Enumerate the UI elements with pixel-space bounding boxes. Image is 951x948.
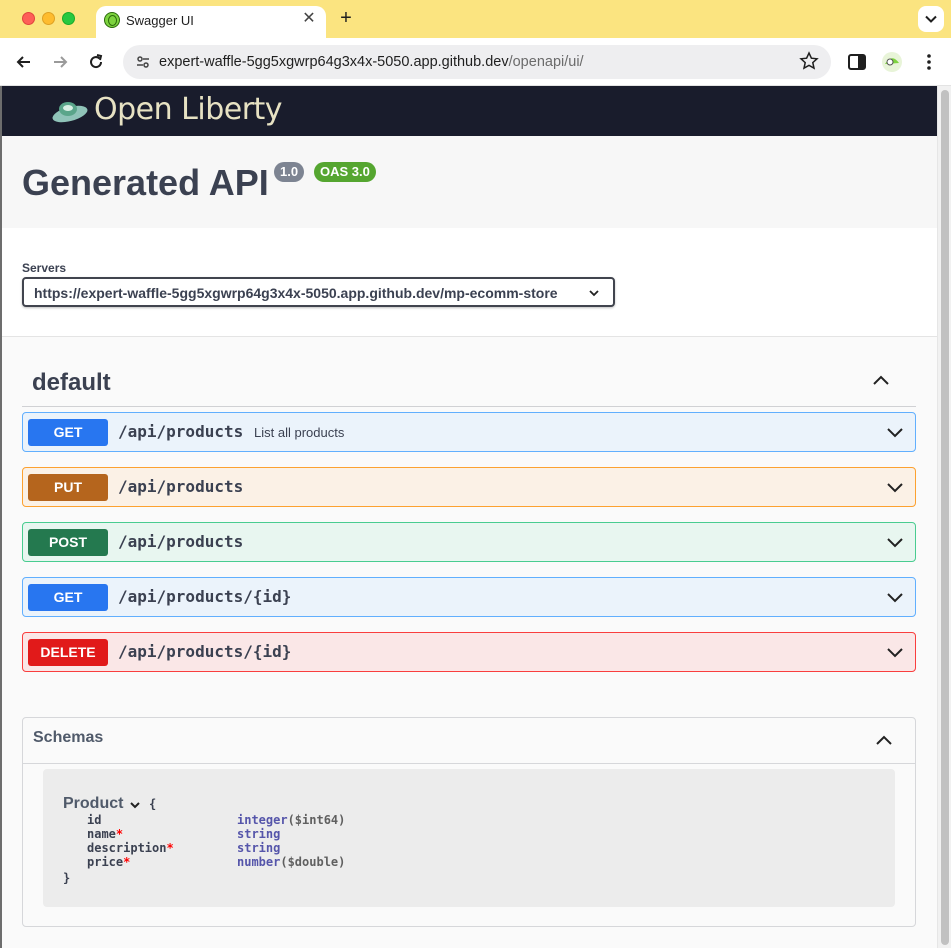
model-product: Product { id integer($int64) name* strin… [43, 769, 895, 907]
schemas-title: Schemas [33, 729, 104, 746]
property-type: string [237, 827, 281, 841]
open-brace: { [149, 797, 157, 811]
chevron-down-icon [589, 290, 599, 297]
back-button[interactable] [12, 50, 36, 74]
operation-path: /api/products [118, 422, 244, 441]
tab-close-icon[interactable]: ✕ [300, 10, 318, 28]
browser-tab[interactable]: Swagger UI ✕ [96, 6, 326, 38]
reload-button[interactable] [84, 50, 108, 74]
property-name: price* [87, 855, 131, 869]
arrow-left-icon [16, 56, 30, 68]
page-viewport: Open Liberty Generated API 1.0 OAS 3.0 S… [0, 86, 951, 948]
opblock-delete-product[interactable]: DELETE /api/products/{id} [22, 632, 916, 672]
logo-text: Open Liberty [94, 92, 283, 127]
more-menu-icon[interactable] [918, 51, 940, 73]
opblock-post-products[interactable]: POST /api/products [22, 522, 916, 562]
close-window-button[interactable] [22, 12, 35, 25]
scrollbar-thumb[interactable] [941, 90, 949, 945]
version-badge: 1.0 [274, 162, 305, 182]
page-scrollbar[interactable] [937, 86, 951, 948]
operation-path: /api/products [118, 532, 244, 551]
side-panel-icon[interactable] [846, 51, 868, 73]
site-settings-icon[interactable] [133, 52, 153, 72]
minimize-window-button[interactable] [42, 12, 55, 25]
chevron-up-icon[interactable] [873, 729, 895, 751]
forward-button[interactable] [48, 50, 72, 74]
chevron-up-icon[interactable] [870, 369, 892, 391]
opblock-put-products[interactable]: PUT /api/products [22, 467, 916, 507]
model-title[interactable]: Product [63, 795, 123, 813]
url-path: /openapi/ui/ [508, 54, 584, 70]
servers-label: Servers [22, 261, 67, 275]
operations-section: default GET /api/products List all produ… [2, 337, 937, 948]
bookmark-star-icon[interactable] [799, 51, 819, 71]
property-type: number($double) [237, 855, 346, 869]
chevron-down-icon[interactable] [885, 422, 905, 442]
servers-selected-value: https://expert-waffle-5gg5xgwrp64g3x4x-5… [34, 285, 558, 301]
opblock-get-products[interactable]: GET /api/products List all products [22, 412, 916, 452]
chevron-down-icon[interactable] [885, 587, 905, 607]
property-name: description* [87, 841, 174, 855]
schemas-section: Schemas Product { id integer($int64) nam… [22, 717, 916, 927]
chevron-down-icon[interactable] [885, 642, 905, 662]
browser-titlebar: Swagger UI ✕ + [0, 0, 951, 38]
operation-summary: List all products [254, 425, 345, 440]
open-liberty-logo-icon [52, 102, 88, 123]
method-badge: GET [28, 584, 108, 611]
new-tab-button[interactable]: + [336, 7, 356, 29]
api-info: Generated API 1.0 OAS 3.0 [2, 136, 937, 228]
property-type: string [237, 841, 281, 855]
chevron-down-icon[interactable] [885, 532, 905, 552]
swagger-favicon-icon [104, 12, 120, 28]
url-host: expert-waffle-5gg5xgwrp64g3x4x-5050.app.… [159, 54, 509, 70]
chevron-down-icon[interactable] [885, 477, 905, 497]
tag-name: default [32, 369, 111, 396]
url-text: expert-waffle-5gg5xgwrp64g3x4x-5050.app.… [159, 54, 584, 70]
schemas-header[interactable]: Schemas [23, 718, 915, 764]
operation-path: /api/products/{id} [118, 587, 292, 606]
tab-search-button[interactable] [918, 6, 944, 32]
chevron-down-icon [925, 15, 937, 23]
method-badge: POST [28, 529, 108, 556]
operation-path: /api/products [118, 477, 244, 496]
operation-path: /api/products/{id} [118, 642, 292, 661]
maximize-window-button[interactable] [62, 12, 75, 25]
property-type: integer($int64) [237, 813, 346, 827]
servers-select[interactable]: https://expert-waffle-5gg5xgwrp64g3x4x-5… [22, 277, 615, 307]
close-brace: } [63, 871, 71, 885]
tab-title: Swagger UI [126, 13, 194, 28]
method-badge: GET [28, 419, 108, 446]
profile-avatar-icon[interactable] [881, 51, 903, 73]
browser-toolbar: expert-waffle-5gg5xgwrp64g3x4x-5050.app.… [0, 38, 951, 86]
opblock-get-product-by-id[interactable]: GET /api/products/{id} [22, 577, 916, 617]
reload-icon [90, 54, 103, 69]
address-bar[interactable]: expert-waffle-5gg5xgwrp64g3x4x-5050.app.… [123, 45, 831, 79]
tag-default-header[interactable]: default [22, 365, 916, 407]
chevron-down-icon[interactable] [129, 799, 141, 811]
method-badge: PUT [28, 474, 108, 501]
page-title: Generated API [22, 162, 269, 203]
method-badge: DELETE [28, 639, 108, 666]
property-name: name* [87, 827, 124, 841]
oas-badge: OAS 3.0 [314, 162, 376, 182]
property-name: id [87, 813, 102, 827]
servers-section: Servers https://expert-waffle-5gg5xgwrp6… [2, 228, 937, 337]
open-liberty-header: Open Liberty [2, 86, 937, 136]
arrow-right-icon [54, 56, 68, 68]
